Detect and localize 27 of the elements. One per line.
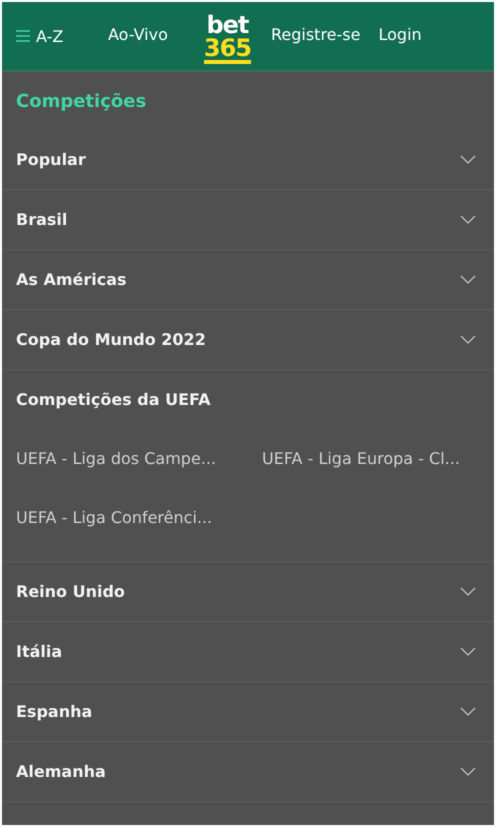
- category-row[interactable]: Brasil: [2, 190, 494, 249]
- chevron-down-icon: [460, 587, 476, 596]
- category-row[interactable]: Alemanha: [2, 742, 494, 801]
- nav-link[interactable]: Login: [378, 18, 422, 54]
- competition-link[interactable]: UEFA - Liga Conferênci...: [16, 488, 262, 547]
- chevron-down-icon: [460, 335, 476, 344]
- category-row[interactable]: Reino Unido: [2, 562, 494, 621]
- chevron-down-icon: [460, 215, 476, 224]
- chevron-down-icon: [460, 155, 476, 164]
- logo[interactable]: bet 365: [204, 8, 251, 64]
- nav-link[interactable]: Ao-Vivo: [108, 18, 168, 54]
- category-row[interactable]: As Américas: [2, 250, 494, 309]
- chevron-down-icon: [460, 767, 476, 776]
- chevron-down-icon: [460, 707, 476, 716]
- competition-link[interactable]: UEFA - Liga Europa - Cl...: [262, 429, 494, 488]
- menu-icon: [16, 30, 30, 42]
- category-row[interactable]: Itália: [2, 622, 494, 681]
- chevron-down-icon: [460, 647, 476, 656]
- category-row[interactable]: Copa do Mundo 2022: [2, 310, 494, 369]
- section-title: Competições: [15, 90, 148, 114]
- a-z-button[interactable]: A-Z: [16, 26, 108, 46]
- competition-link[interactable]: UEFA - Liga dos Campe...: [16, 429, 262, 488]
- nav-link[interactable]: Registre-se: [271, 18, 360, 54]
- category-row[interactable]: Popular: [2, 130, 494, 189]
- category-row[interactable]: Competições da UEFA: [2, 370, 494, 429]
- chevron-down-icon: [460, 275, 476, 284]
- category-row[interactable]: Espanha: [2, 682, 494, 741]
